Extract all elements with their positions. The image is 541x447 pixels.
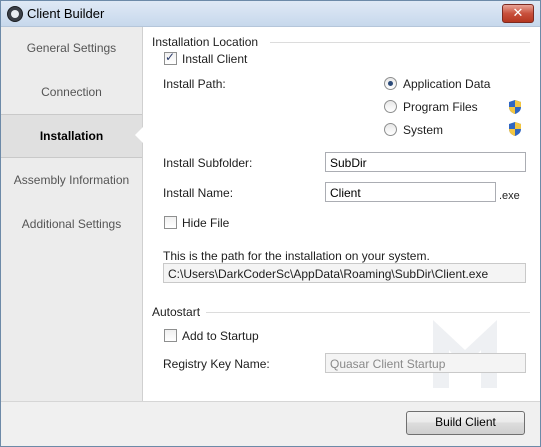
add-to-startup-label: Add to Startup bbox=[182, 329, 259, 343]
uac-shield-icon bbox=[509, 100, 521, 114]
title-bar[interactable]: Client Builder ✕ bbox=[1, 1, 540, 27]
section-divider bbox=[270, 42, 530, 43]
radio-program-files-label: Program Files bbox=[403, 100, 478, 114]
sidebar-item-connection[interactable]: Connection bbox=[1, 71, 142, 113]
radio-application-data[interactable] bbox=[384, 77, 397, 90]
install-path-label: Install Path: bbox=[163, 77, 226, 91]
radio-program-files[interactable] bbox=[384, 100, 397, 113]
registry-key-name-input[interactable]: Quasar Client Startup bbox=[325, 353, 526, 373]
section-divider bbox=[206, 312, 530, 313]
add-to-startup-checkbox[interactable] bbox=[164, 329, 177, 342]
path-info-text: This is the path for the installation on… bbox=[163, 249, 430, 263]
sidebar-item-installation[interactable]: Installation bbox=[1, 114, 143, 158]
sidebar-item-general-settings[interactable]: General Settings bbox=[1, 27, 142, 69]
hide-file-label: Hide File bbox=[182, 216, 230, 230]
installation-panel: Installation Location Install Client Ins… bbox=[143, 27, 540, 401]
sidebar-item-label: Assembly Information bbox=[13, 173, 130, 187]
exe-suffix: .exe bbox=[499, 190, 520, 202]
close-icon: ✕ bbox=[512, 5, 524, 20]
autostart-heading: Autostart bbox=[152, 305, 201, 319]
uac-shield-icon bbox=[509, 122, 521, 136]
client-builder-window: Client Builder ✕ General Settings Connec… bbox=[0, 0, 541, 447]
sidebar: General Settings Connection Installation… bbox=[1, 27, 143, 401]
hide-file-checkbox[interactable] bbox=[164, 216, 177, 229]
sidebar-item-assembly-information[interactable]: Assembly Information bbox=[1, 159, 142, 201]
install-name-input[interactable]: Client bbox=[325, 182, 496, 202]
install-path-preview: C:\Users\DarkCoderSc\AppData\Roaming\Sub… bbox=[163, 263, 526, 283]
app-icon bbox=[7, 6, 23, 22]
install-subfolder-label: Install Subfolder: bbox=[163, 156, 253, 170]
installation-location-heading: Installation Location bbox=[152, 35, 259, 49]
install-client-checkbox[interactable] bbox=[164, 50, 177, 65]
radio-application-data-label: Application Data bbox=[403, 77, 491, 91]
window-title: Client Builder bbox=[27, 6, 105, 21]
active-indicator-arrow bbox=[135, 127, 143, 143]
build-client-button[interactable]: Build Client bbox=[406, 411, 525, 435]
close-button[interactable]: ✕ bbox=[502, 4, 534, 23]
footer-bar: Build Client bbox=[1, 401, 540, 446]
install-client-label: Install Client bbox=[182, 52, 248, 66]
radio-system-label: System bbox=[403, 123, 444, 137]
sidebar-item-label: Additional Settings bbox=[21, 217, 122, 231]
sidebar-item-label: Installation bbox=[39, 129, 104, 143]
radio-system[interactable] bbox=[384, 123, 397, 136]
registry-key-name-label: Registry Key Name: bbox=[163, 357, 270, 371]
install-subfolder-input[interactable]: SubDir bbox=[325, 152, 526, 172]
sidebar-item-label: General Settings bbox=[26, 41, 117, 55]
sidebar-item-additional-settings[interactable]: Additional Settings bbox=[1, 203, 142, 245]
sidebar-item-label: Connection bbox=[41, 85, 102, 99]
install-name-label: Install Name: bbox=[163, 186, 234, 200]
